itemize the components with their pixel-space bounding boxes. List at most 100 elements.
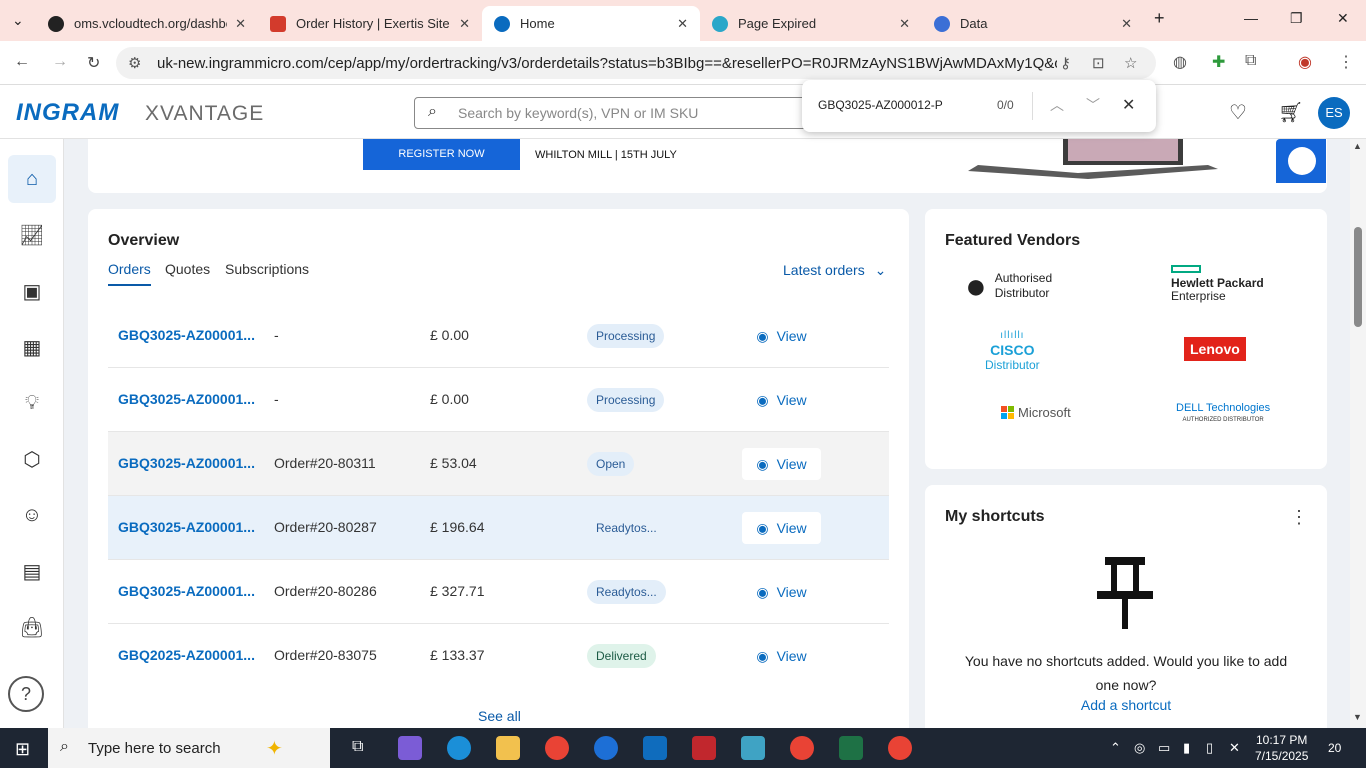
chrome-profile-icon[interactable] — [790, 736, 814, 760]
view-button[interactable]: ◉ View — [742, 640, 821, 672]
avatar[interactable]: ES — [1318, 97, 1350, 129]
order-id-link[interactable]: GBQ3025-AZ00001... — [118, 519, 255, 535]
extensions-icon[interactable]: ⧉ — [1245, 52, 1256, 70]
system-clock[interactable]: 10:17 PM 7/15/2025 — [1255, 732, 1308, 764]
sidebar-item-calendar[interactable]: ▤ — [8, 547, 56, 595]
view-button[interactable]: ◉ View — [742, 576, 821, 608]
vendor-cisco[interactable]: ıllıllı CISCO Distributor — [985, 327, 1040, 372]
profile-icon[interactable]: ◉ — [1298, 52, 1312, 72]
close-tab-icon[interactable]: ✕ — [1121, 16, 1132, 32]
chrome-alt-icon[interactable] — [888, 736, 912, 760]
close-tab-icon[interactable]: ✕ — [677, 16, 688, 32]
favorites-heart-icon[interactable]: ♡ — [1229, 100, 1247, 125]
minimize-icon[interactable]: — — [1244, 10, 1258, 26]
edge-icon[interactable] — [447, 736, 471, 760]
battery-icon[interactable]: ▮ — [1183, 740, 1190, 756]
copilot-icon[interactable] — [398, 736, 422, 760]
browser-tab-exertis[interactable]: Order History | Exertis Site ✕ — [258, 6, 482, 41]
chrome-icon[interactable] — [545, 736, 569, 760]
find-previous-icon[interactable]: ︿ — [1050, 95, 1064, 115]
sidebar-item-products[interactable]: ▣ — [8, 267, 56, 315]
reload-icon[interactable]: ↻ — [87, 53, 100, 73]
register-now-button[interactable]: REGISTER NOW — [363, 139, 520, 170]
sidebar-item-store[interactable]: ▦ — [8, 323, 56, 371]
page-scrollbar[interactable]: ▲ ▼ — [1350, 139, 1366, 728]
find-next-icon[interactable]: ﹀ — [1086, 95, 1100, 115]
view-button[interactable]: ◉ View — [742, 512, 821, 544]
back-icon[interactable]: ← — [14, 53, 30, 71]
scroll-down-icon[interactable]: ▼ — [1353, 712, 1362, 722]
chat-button[interactable] — [1276, 139, 1326, 183]
close-tab-icon[interactable]: ✕ — [899, 16, 910, 32]
browser-tab-page-expired[interactable]: Page Expired ✕ — [700, 6, 922, 41]
windows-start-icon[interactable]: ⊞ — [15, 739, 30, 760]
taskbar-search-box[interactable]: ⌕ Type here to search ✦ — [48, 728, 330, 768]
scroll-up-icon[interactable]: ▲ — [1353, 141, 1362, 151]
add-shortcut-link[interactable]: Add a shortcut — [925, 697, 1327, 713]
vendor-lenovo[interactable]: Lenovo — [1184, 337, 1246, 361]
find-in-page-icon[interactable]: ⊡ — [1092, 54, 1105, 72]
browser-tab-data[interactable]: Data ✕ — [922, 6, 1144, 41]
password-key-icon[interactable]: ⚷ — [1060, 54, 1071, 72]
tab-subscriptions[interactable]: Subscriptions — [225, 261, 309, 277]
close-tab-icon[interactable]: ✕ — [235, 16, 246, 32]
view-button[interactable]: ◉ View — [742, 320, 821, 352]
excel-icon[interactable] — [839, 736, 863, 760]
close-window-icon[interactable]: ✕ — [1337, 10, 1349, 27]
find-close-icon[interactable]: ✕ — [1122, 95, 1135, 115]
sidebar-item-analytics[interactable]: 📈︎ — [8, 211, 56, 259]
outlook-icon[interactable] — [643, 736, 667, 760]
ingram-logo[interactable]: INGRAM — [16, 99, 119, 127]
url-text[interactable]: uk-new.ingrammicro.com/cep/app/my/ordert… — [157, 55, 1057, 72]
vendor-dell[interactable]: DELL Technologies AUTHORIZED DISTRIBUTOR — [1176, 403, 1270, 425]
scrollbar-thumb[interactable] — [1354, 227, 1362, 327]
view-button[interactable]: ◉ View — [742, 384, 821, 416]
tab-search-icon[interactable]: ⌄ — [12, 12, 24, 29]
sidebar-item-home[interactable]: ⌂ — [8, 155, 56, 203]
order-id-link[interactable]: GBQ3025-AZ00001... — [118, 583, 255, 599]
task-view-icon[interactable]: ⧉ — [352, 738, 363, 756]
browser-tab-home[interactable]: Home ✕ — [482, 6, 700, 41]
omnibox[interactable]: ⚙ uk-new.ingrammicro.com/cep/app/my/orde… — [116, 47, 1156, 79]
new-tab-icon[interactable]: + — [1154, 8, 1165, 29]
sidebar-item-shop[interactable]: 👜︎ — [8, 603, 56, 651]
zoom-icon[interactable] — [594, 736, 618, 760]
extension-plus-icon[interactable]: ✚ — [1212, 52, 1225, 72]
notifications-badge[interactable]: 20 — [1328, 741, 1341, 755]
see-all-link[interactable]: See all — [478, 708, 521, 724]
file-explorer-icon[interactable] — [496, 736, 520, 760]
help-icon[interactable]: ? — [8, 676, 44, 712]
restore-icon[interactable]: ❐ — [1290, 10, 1303, 27]
vendor-hpe[interactable]: Hewlett Packard Enterprise — [1171, 265, 1264, 303]
search-input[interactable]: ⌕ Search by keyword(s), VPN or IM SKU — [414, 97, 814, 129]
bookmark-star-icon[interactable]: ☆ — [1124, 54, 1137, 72]
filezilla-icon[interactable] — [692, 736, 716, 760]
order-id-link[interactable]: GBQ2025-AZ00001... — [118, 647, 255, 663]
sidebar-item-ideas[interactable]: 💡︎ — [8, 379, 56, 427]
order-id-link[interactable]: GBQ3025-AZ00001... — [118, 455, 255, 471]
vendor-microsoft[interactable]: Microsoft — [1001, 405, 1071, 420]
sidebar-item-services[interactable]: ⬡ — [8, 435, 56, 483]
app-diamond-icon[interactable] — [741, 736, 765, 760]
latest-orders-dropdown[interactable]: Latest orders ⌄ — [783, 262, 886, 279]
menu-dots-icon[interactable]: ⋮ — [1338, 52, 1354, 72]
browser-tab-oms[interactable]: oms.vcloudtech.org/dashbo... ✕ — [36, 6, 258, 41]
cart-icon[interactable]: 🛒︎ — [1278, 100, 1303, 125]
meet-now-icon[interactable]: ◎ — [1134, 740, 1145, 756]
sidebar-item-support[interactable]: ☺ — [8, 491, 56, 539]
order-id-link[interactable]: GBQ3025-AZ00001... — [118, 327, 255, 343]
order-id-link[interactable]: GBQ3025-AZ00001... — [118, 391, 255, 407]
find-query-input[interactable]: GBQ3025-AZ000012-P — [818, 98, 943, 112]
show-hidden-icons-icon[interactable]: ⌃ — [1110, 740, 1121, 756]
volume-muted-icon[interactable]: ✕ — [1229, 740, 1240, 756]
display-icon[interactable]: ▭ — [1158, 740, 1170, 756]
vendor-apple[interactable]: ● Authorised Distributor — [965, 265, 1052, 307]
close-tab-icon[interactable]: ✕ — [459, 16, 470, 32]
network-icon[interactable]: ▯ — [1206, 740, 1213, 756]
tab-orders[interactable]: Orders — [108, 261, 151, 286]
more-options-icon[interactable]: ⋮ — [1290, 507, 1308, 528]
tab-quotes[interactable]: Quotes — [165, 261, 210, 277]
site-info-icon[interactable]: ⚙ — [128, 54, 141, 72]
forward-icon[interactable]: → — [52, 53, 68, 71]
view-button[interactable]: ◉ View — [742, 448, 821, 480]
